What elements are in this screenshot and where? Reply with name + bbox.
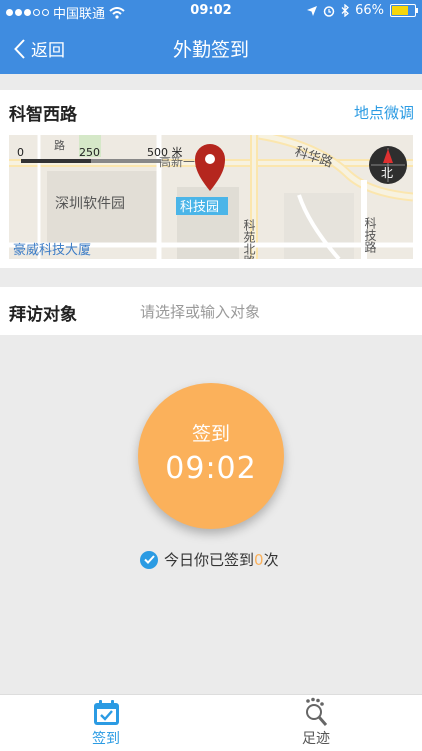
map-canvas: 0 250 500 米 高新一道 科华路 深圳软件园 豪威科技大厦 路 科苑北路…: [9, 135, 413, 259]
tab-checkin-label: 签到: [92, 731, 120, 747]
pin-location-label: 科技园: [180, 200, 219, 215]
count-suffix: 次: [263, 551, 279, 569]
map-view[interactable]: 0 250 500 米 高新一道 科华路 深圳软件园 豪威科技大厦 路 科苑北路…: [9, 135, 413, 259]
battery-percent: 66%: [355, 3, 384, 18]
tab-checkin[interactable]: 签到: [56, 695, 156, 751]
road-lu-label: 路: [54, 139, 65, 152]
location-name: 科智西路: [9, 105, 77, 125]
page-title: 外勤签到: [172, 39, 249, 61]
visit-target-input[interactable]: [138, 297, 412, 327]
building-poi-label: 豪威科技大厦: [13, 242, 91, 258]
checkin-count: 今日你已签到0次: [140, 549, 279, 570]
calendar-check-icon: [94, 700, 119, 725]
scale-250-label: 250: [79, 146, 100, 159]
compass-north-label: 北: [381, 166, 393, 180]
road-keyuan-north-label: 科苑北路: [242, 219, 256, 259]
alarm-icon: [323, 5, 335, 17]
status-bar: 中国联通 09:02 66%: [0, 0, 422, 22]
tab-bar: 签到 足迹: [0, 694, 422, 751]
status-right: 66%: [307, 3, 418, 18]
road-keji-label: 科技路: [363, 217, 377, 254]
tab-footprint-label: 足迹: [302, 731, 330, 747]
location-arrow-icon: [307, 5, 318, 16]
tab-footprint[interactable]: 足迹: [266, 695, 366, 751]
compass-icon[interactable]: 北: [369, 146, 407, 184]
battery-icon: [390, 4, 418, 17]
adjust-location-button[interactable]: 地点微调: [354, 102, 414, 123]
bluetooth-icon: [341, 4, 350, 17]
visit-target-label: 拜访对象: [9, 305, 77, 325]
count-number: 0: [254, 551, 264, 569]
checkin-label: 签到: [191, 423, 230, 445]
checkin-button[interactable]: 签到 09:02: [138, 383, 284, 529]
footprint-search-icon: [306, 697, 328, 726]
count-prefix: 今日你已签到: [164, 551, 255, 569]
visit-target-row: 拜访对象: [0, 287, 422, 335]
checkin-time: 09:02: [165, 451, 257, 486]
location-card: 科智西路 地点微调 0 250 500 米 高新一道 科华路 深圳软件园 豪威科…: [0, 90, 422, 268]
check-icon: [140, 550, 158, 569]
scale-0-label: 0: [17, 146, 24, 159]
nav-bar: 返回 外勤签到: [0, 22, 422, 74]
software-park-label: 深圳软件园: [55, 196, 125, 212]
